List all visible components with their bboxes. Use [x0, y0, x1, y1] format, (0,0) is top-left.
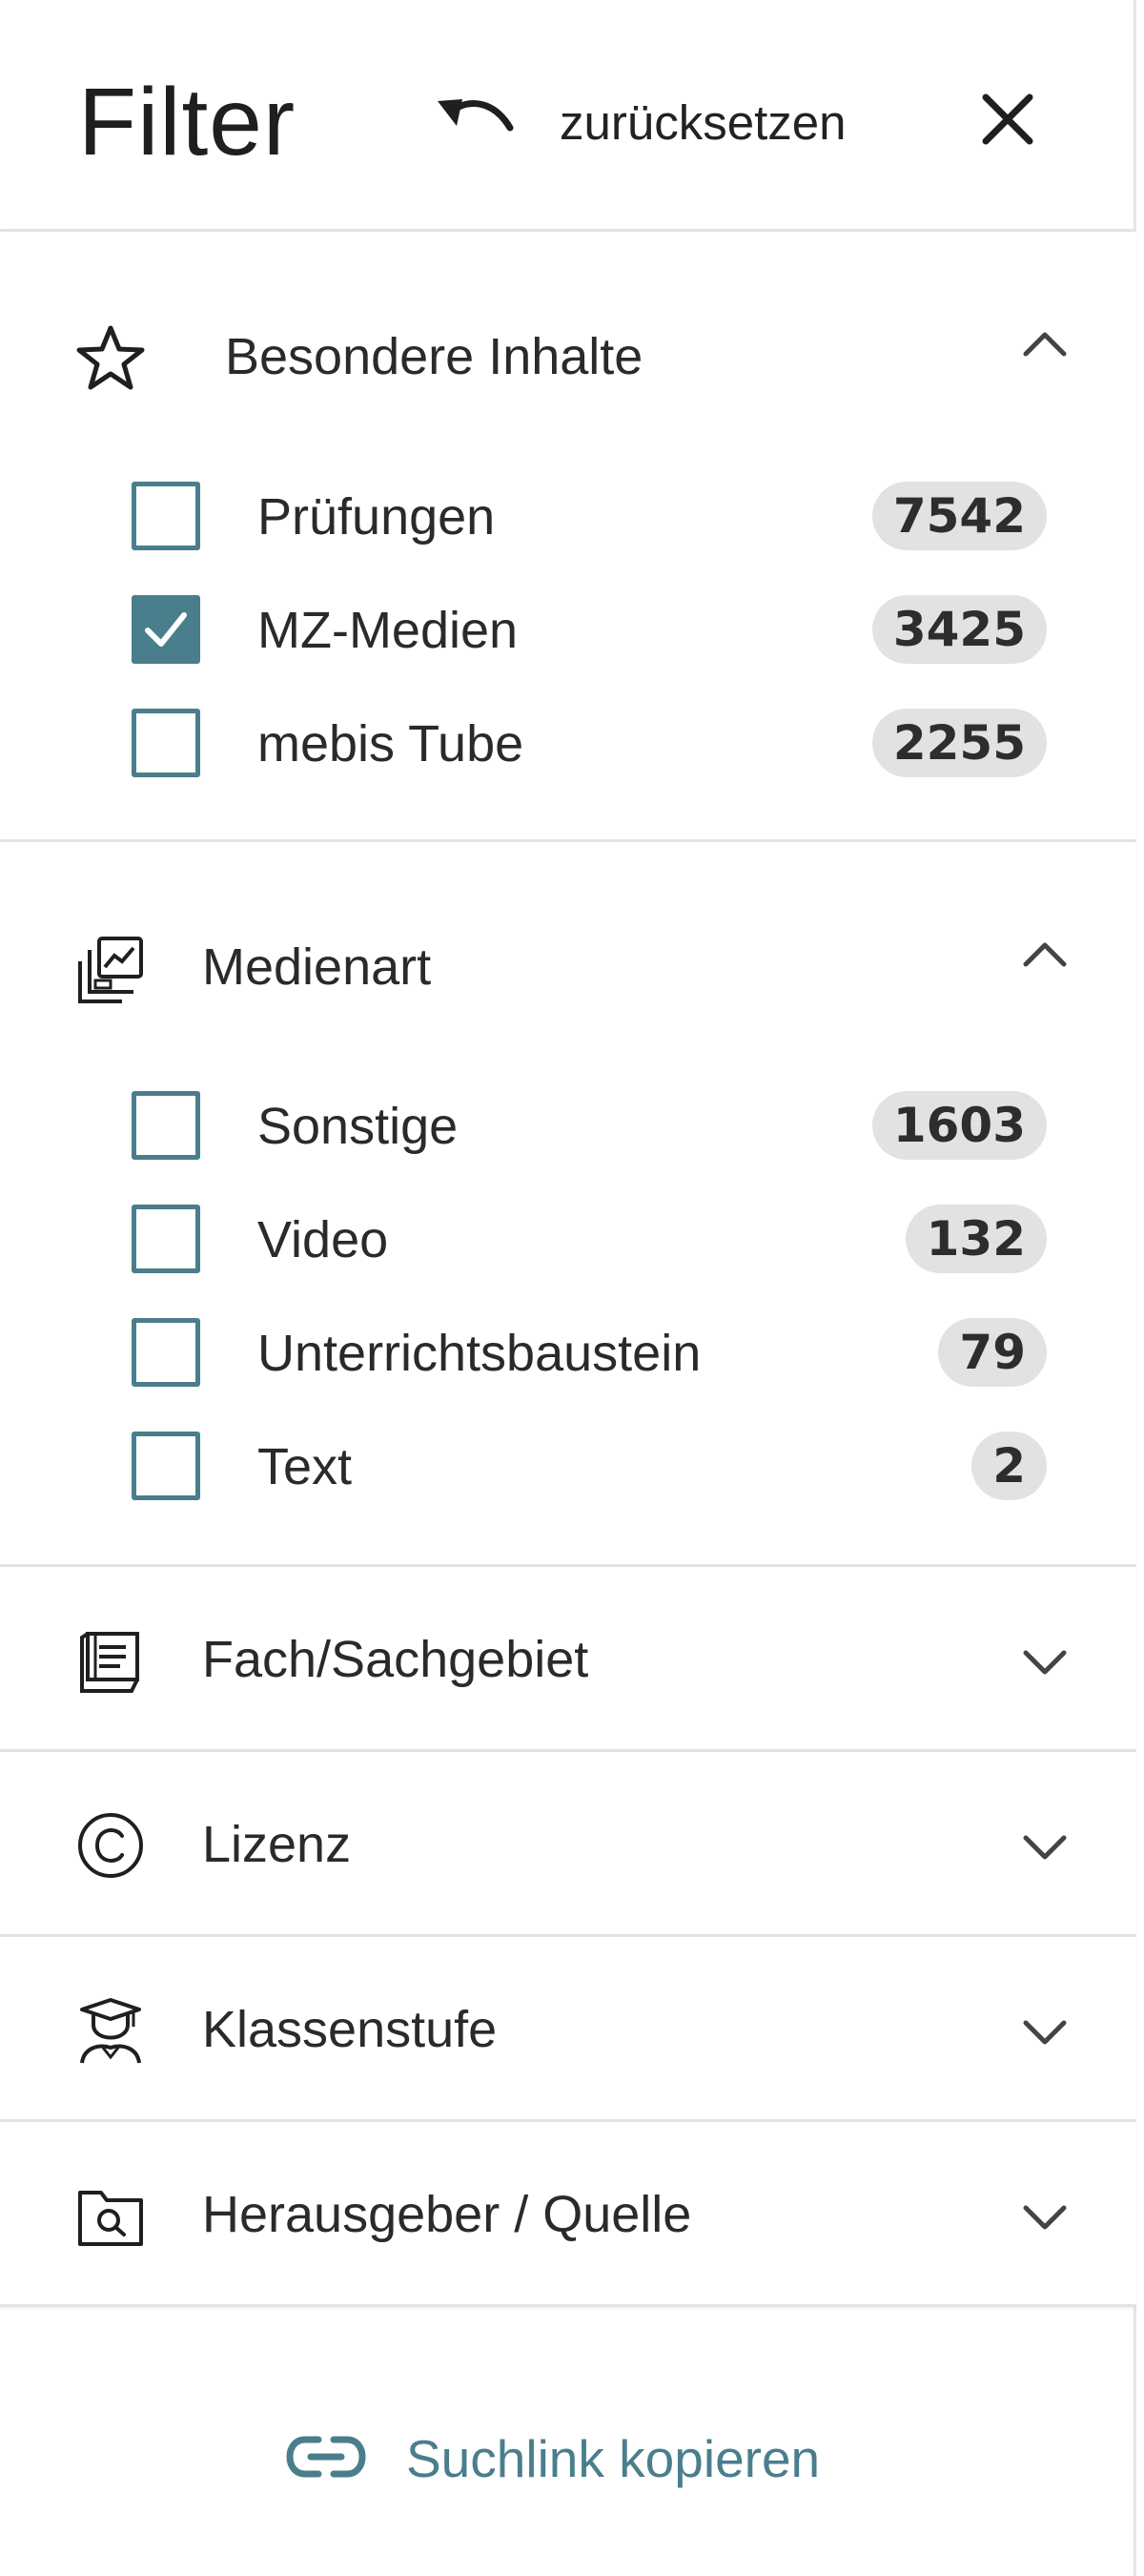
chevron-up-icon — [1018, 928, 1072, 981]
section-header-medienart[interactable]: Medienart — [0, 842, 1136, 1004]
checkbox[interactable] — [132, 1318, 200, 1387]
filter-label: MZ-Medien — [257, 602, 519, 659]
filter-header: Filter zurücksetzen — [0, 0, 1136, 232]
filter-row-video[interactable]: Video 132 — [132, 1201, 1047, 1277]
section-title: Klassenstufe — [202, 2001, 498, 2058]
link-icon — [286, 2430, 366, 2488]
section-title: Fach/Sachgebiet — [202, 1631, 589, 1688]
filter-label: Prüfungen — [257, 488, 496, 546]
panel-title: Filter — [78, 69, 296, 175]
chevron-down-icon — [1018, 1819, 1072, 1872]
filter-row-unterrichtsbaustein[interactable]: Unterrichtsbaustein 79 — [132, 1314, 1047, 1391]
checkbox[interactable] — [132, 709, 200, 777]
folder-search-icon — [74, 2179, 147, 2252]
count-badge: 3425 — [871, 595, 1047, 664]
section-medienart: Medienart Sonstige 1603 Video 132 Unterr… — [0, 842, 1136, 1567]
checkbox[interactable] — [132, 1432, 200, 1500]
section-header-lizenz[interactable]: Lizenz — [0, 1752, 1136, 1937]
filter-panel: Filter zurücksetzen Besondere Inhalte Pr… — [0, 0, 1136, 2576]
close-icon — [982, 93, 1033, 145]
count-badge: 132 — [905, 1205, 1047, 1273]
filter-row-sonstige[interactable]: Sonstige 1603 — [132, 1087, 1047, 1164]
chevron-up-icon — [1018, 318, 1072, 371]
filter-label: Text — [257, 1438, 353, 1495]
graduate-icon — [74, 1994, 147, 2067]
section-besondere-inhalte: Besondere Inhalte Prüfungen 7542 MZ-Medi… — [0, 232, 1136, 842]
section-header-herausgeber-quelle[interactable]: Herausgeber / Quelle — [0, 2122, 1136, 2307]
section-title: Lizenz — [202, 1816, 352, 1873]
section-title: Besondere Inhalte — [225, 328, 644, 385]
section-klassenstufe: Klassenstufe — [0, 1937, 1136, 2122]
checkbox-checked[interactable] — [132, 595, 200, 664]
copyright-icon — [74, 1809, 147, 1882]
chevron-down-icon — [1018, 1634, 1072, 1687]
count-badge: 7542 — [871, 482, 1047, 550]
close-button[interactable] — [974, 86, 1041, 153]
count-badge: 1603 — [871, 1091, 1047, 1160]
filter-label: Sonstige — [257, 1098, 459, 1155]
filter-label: Unterrichtsbaustein — [257, 1325, 702, 1382]
filter-row-mebis-tube[interactable]: mebis Tube 2255 — [132, 705, 1047, 781]
filter-row-mz-medien[interactable]: MZ-Medien 3425 — [132, 591, 1047, 668]
section-header-klassenstufe[interactable]: Klassenstufe — [0, 1937, 1136, 2122]
section-header-fach-sachgebiet[interactable]: Fach/Sachgebiet — [0, 1567, 1136, 1752]
section-title: Herausgeber / Quelle — [202, 2186, 692, 2243]
checkbox[interactable] — [132, 1091, 200, 1160]
checkbox[interactable] — [132, 1205, 200, 1273]
filter-row-pruefungen[interactable]: Prüfungen 7542 — [132, 478, 1047, 554]
count-badge: 2255 — [871, 709, 1047, 777]
media-type-icon — [74, 933, 147, 1005]
filter-row-text[interactable]: Text 2 — [132, 1428, 1047, 1504]
count-badge: 2 — [971, 1432, 1047, 1500]
reset-label: zurücksetzen — [560, 94, 847, 150]
section-lizenz: Lizenz — [0, 1752, 1136, 1937]
section-fach-sachgebiet: Fach/Sachgebiet — [0, 1567, 1136, 1752]
checkmark-icon — [145, 612, 187, 647]
book-icon — [74, 1624, 147, 1697]
chevron-down-icon — [1018, 2189, 1072, 2242]
filter-label: mebis Tube — [257, 715, 524, 773]
undo-icon — [434, 92, 520, 154]
section-title: Medienart — [202, 938, 432, 996]
checkbox[interactable] — [132, 482, 200, 550]
section-herausgeber-quelle: Herausgeber / Quelle — [0, 2122, 1136, 2307]
reset-button[interactable]: zurücksetzen — [434, 84, 846, 160]
star-icon — [74, 322, 147, 395]
filter-label: Video — [257, 1211, 389, 1268]
chevron-down-icon — [1018, 2004, 1072, 2057]
count-badge: 79 — [938, 1318, 1047, 1387]
copy-search-link-button[interactable]: Suchlink kopieren — [286, 2421, 820, 2497]
copy-link-label: Suchlink kopieren — [406, 2429, 821, 2488]
section-header-besondere-inhalte[interactable]: Besondere Inhalte — [0, 232, 1136, 394]
